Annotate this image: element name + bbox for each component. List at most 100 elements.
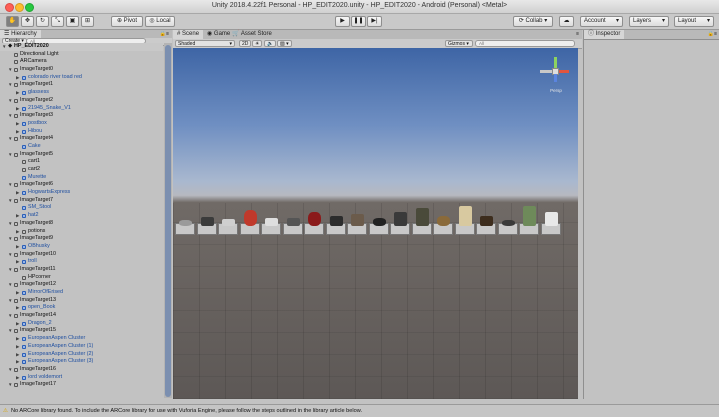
expand-arrow-icon[interactable]: ▼ (8, 135, 12, 143)
expand-arrow-icon[interactable]: ▼ (8, 97, 12, 105)
hierarchy-item[interactable]: ▼ ImageTarget1 (0, 81, 163, 89)
collapsed-arrow-icon[interactable]: ▶ (16, 120, 19, 128)
scene-model[interactable] (179, 220, 192, 226)
pause-button[interactable]: ❚❚ (351, 16, 366, 27)
hierarchy-item[interactable]: ▼ ImageTarget12 (0, 281, 163, 289)
step-button[interactable]: ▶| (367, 16, 382, 27)
collapsed-arrow-icon[interactable]: ▶ (16, 89, 19, 97)
hierarchy-item[interactable]: Murette (0, 174, 163, 182)
hierarchy-scroll-thumb[interactable] (165, 45, 171, 397)
hierarchy-item[interactable]: Cake (0, 143, 163, 151)
scale-tool-button[interactable]: ⤡ (51, 16, 64, 27)
scene-search-input[interactable] (475, 40, 575, 47)
layers-dropdown[interactable]: Layers ▾ (629, 16, 669, 27)
hierarchy-item[interactable]: ▼ ImageTarget2 (0, 97, 163, 105)
hierarchy-item[interactable]: ▼ ImageTarget6 (0, 181, 163, 189)
collapsed-arrow-icon[interactable]: ▶ (16, 105, 19, 113)
hierarchy-item[interactable]: ▶ colorado river toad red (0, 74, 163, 82)
gizmo-z-axis[interactable] (554, 74, 557, 82)
hierarchy-item[interactable]: ▼ ImageTarget13 (0, 297, 163, 305)
expand-arrow-icon[interactable]: ▼ (8, 235, 12, 243)
expand-arrow-icon[interactable]: ▼ (8, 366, 12, 374)
hierarchy-item[interactable]: ▶ EuropeanAspen Cluster (1) (0, 343, 163, 351)
expand-arrow-icon[interactable]: ▼ (8, 81, 12, 89)
scene-model[interactable] (308, 212, 321, 226)
scene-model[interactable] (265, 218, 278, 226)
scene-model[interactable] (544, 212, 558, 226)
scene-model[interactable] (437, 216, 450, 226)
hierarchy-item[interactable]: ▶ EuropeanAspen Cluster (3) (0, 358, 163, 366)
hierarchy-item[interactable]: HPcorner (0, 274, 163, 282)
effects-dropdown[interactable]: ▨ ▾ (277, 40, 292, 47)
hierarchy-item[interactable]: ▶ potions (0, 228, 163, 236)
hierarchy-item[interactable]: ▼ ImageTarget7 (0, 197, 163, 205)
expand-arrow-icon[interactable]: ▼ (8, 151, 12, 159)
hierarchy-item[interactable]: ▼ ImageTarget5 (0, 151, 163, 159)
hierarchy-item[interactable]: ARCamera (0, 58, 163, 66)
hand-tool-button[interactable]: ✋ (6, 16, 19, 27)
hierarchy-item[interactable]: ▼ ImageTarget16 (0, 366, 163, 374)
hierarchy-item[interactable]: ▶ lord voldemort (0, 374, 163, 382)
hierarchy-item[interactable]: ▼ ImageTarget10 (0, 251, 163, 259)
hierarchy-item[interactable]: cart1 (0, 158, 163, 166)
hierarchy-item[interactable]: ▶ HogwartsExpress (0, 189, 163, 197)
collapsed-arrow-icon[interactable]: ▶ (16, 258, 19, 266)
expand-arrow-icon[interactable]: ▼ (8, 251, 12, 259)
local-toggle[interactable]: ◎ Local (145, 16, 175, 27)
expand-arrow-icon[interactable]: ▼ (8, 220, 12, 228)
move-tool-button[interactable]: ✥ (21, 16, 34, 27)
hierarchy-item[interactable]: ▶ MirrorOfErised (0, 289, 163, 297)
scene-model[interactable] (286, 218, 300, 226)
expand-arrow-icon[interactable]: ▼ (8, 381, 12, 389)
audio-toggle[interactable]: 🔈 (264, 40, 277, 47)
collapsed-arrow-icon[interactable]: ▶ (16, 128, 19, 136)
hierarchy-item[interactable]: Directional Light (0, 51, 163, 59)
collapsed-arrow-icon[interactable]: ▶ (16, 351, 19, 359)
scene-model[interactable] (458, 206, 472, 226)
tab-asset-store[interactable]: 🛒 Asset Store (228, 30, 276, 39)
hierarchy-item[interactable]: ▼ ImageTarget15 (0, 327, 163, 335)
scene-orientation-gizmo[interactable]: Persp (539, 55, 573, 97)
hierarchy-item[interactable]: ▼ ImageTarget9 (0, 235, 163, 243)
rotate-tool-button[interactable]: ↻ (36, 16, 49, 27)
scene-model[interactable] (415, 208, 429, 226)
expand-arrow-icon[interactable]: ▼ (8, 312, 12, 320)
status-message[interactable]: No ARCore library found. To include the … (11, 405, 362, 417)
expand-arrow-icon[interactable]: ▼ (8, 327, 12, 335)
hierarchy-item[interactable]: ▼ ImageTarget8 (0, 220, 163, 228)
panel-menu-icon[interactable]: ≡ (576, 30, 579, 39)
hierarchy-item[interactable]: ▶ EuropeanAspen Cluster (0, 335, 163, 343)
collapsed-arrow-icon[interactable]: ▶ (16, 228, 19, 236)
scene-viewport[interactable]: Persp (173, 48, 578, 399)
hierarchy-item[interactable]: ▶ Hibou (0, 128, 163, 136)
view-projection-label[interactable]: Persp (539, 88, 573, 93)
collab-dropdown[interactable]: ⟳ Collab ▾ (513, 16, 553, 27)
collapsed-arrow-icon[interactable]: ▶ (16, 343, 19, 351)
hierarchy-item[interactable]: ▶ OBhusky (0, 243, 163, 251)
tab-scene[interactable]: # Scene (173, 30, 204, 39)
hierarchy-item[interactable]: ▶ postbox (0, 120, 163, 128)
expand-arrow-icon[interactable]: ▼ (8, 112, 12, 120)
hierarchy-item[interactable]: ▼ ImageTarget14 (0, 312, 163, 320)
collapsed-arrow-icon[interactable]: ▶ (16, 289, 19, 297)
transform-tool-button[interactable]: ⊞ (81, 16, 94, 27)
collapsed-arrow-icon[interactable]: ▶ (16, 243, 19, 251)
hierarchy-item[interactable]: ▶ open_Book (0, 304, 163, 312)
scene-root[interactable]: ▼ ◆ HP_EDIT2020 (0, 43, 163, 51)
collapsed-arrow-icon[interactable]: ▶ (16, 189, 19, 197)
hierarchy-item[interactable]: ▶ EuropeanAspen Cluster (2) (0, 351, 163, 359)
mode-2d-toggle[interactable]: 2D (239, 40, 252, 47)
gizmos-dropdown[interactable]: Gizmos ▾ (445, 40, 473, 47)
cloud-button[interactable]: ☁ (559, 16, 574, 27)
scene-model[interactable] (480, 216, 493, 226)
collapsed-arrow-icon[interactable]: ▶ (16, 358, 19, 366)
panel-menu-icon[interactable]: 🔒≡ (708, 30, 717, 39)
scene-model[interactable] (329, 216, 343, 226)
hierarchy-item[interactable]: SM_Stool (0, 204, 163, 212)
scene-model[interactable] (372, 218, 386, 226)
hierarchy-scrollbar[interactable] (164, 43, 172, 398)
hierarchy-item[interactable]: ▶ glassess (0, 89, 163, 97)
scene-model[interactable] (394, 212, 407, 226)
expand-arrow-icon[interactable]: ▼ (2, 43, 6, 51)
scene-model[interactable] (200, 217, 214, 226)
